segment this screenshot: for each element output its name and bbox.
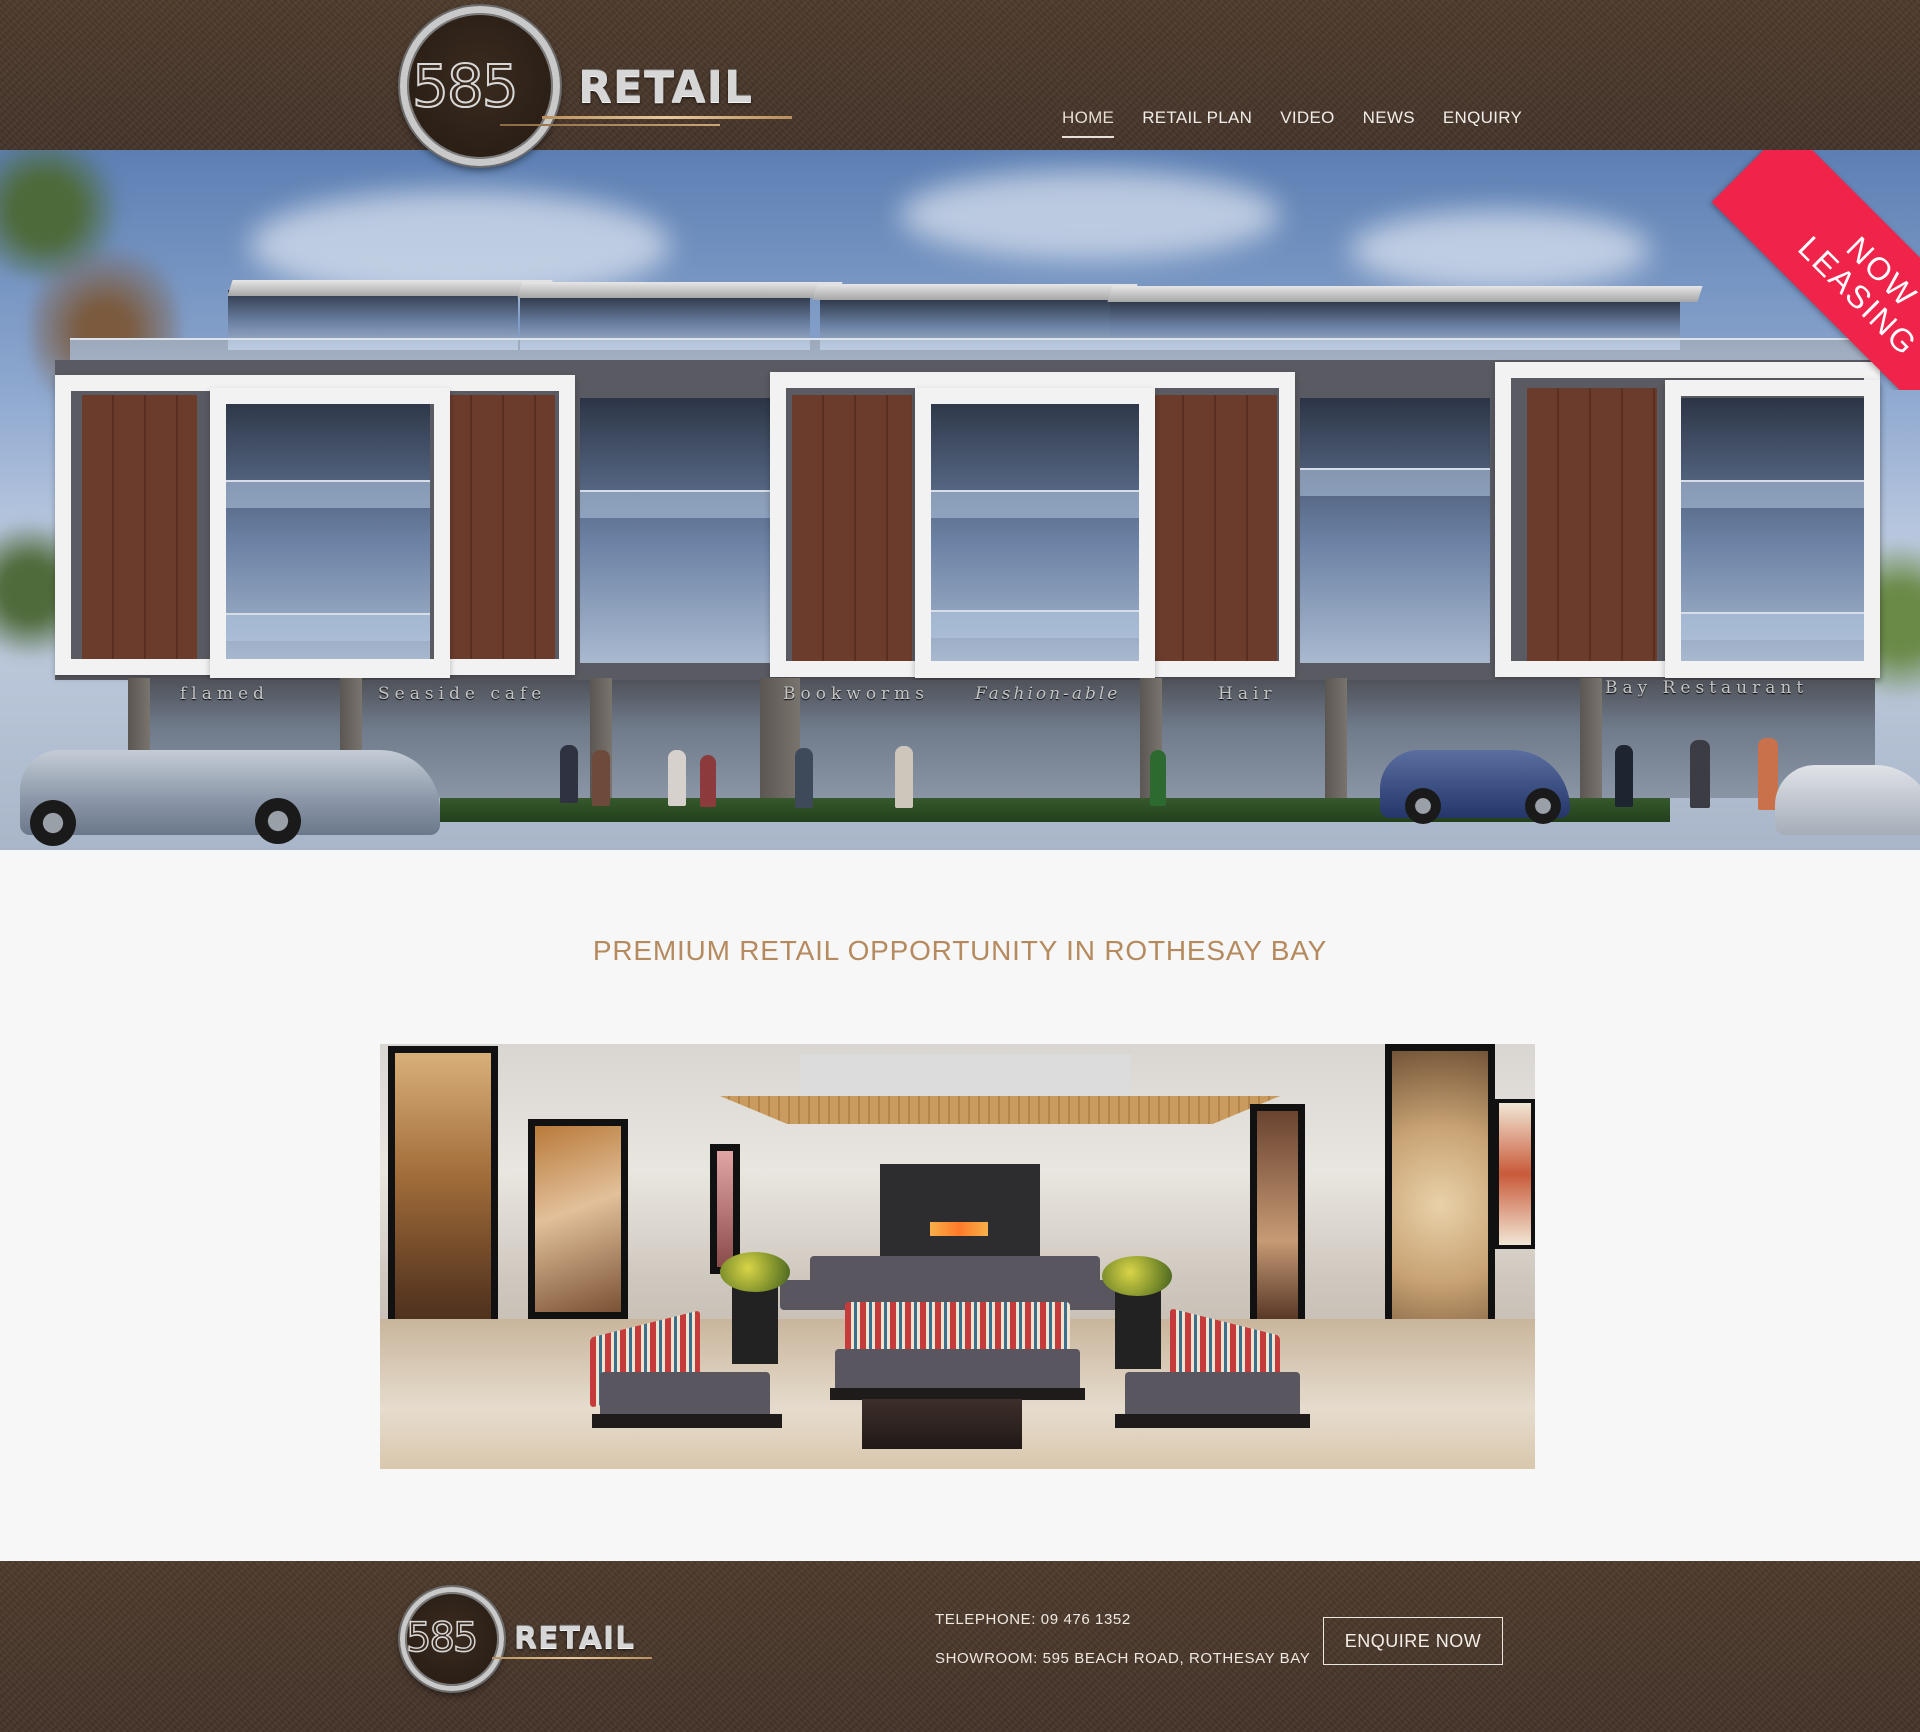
shop-sign-bookworms: Bookworms <box>783 684 930 704</box>
pedestrian <box>560 745 578 803</box>
roof-canopy <box>1397 286 1703 302</box>
page-tagline: PREMIUM RETAIL OPPORTUNITY IN ROTHESAY B… <box>592 935 1328 966</box>
nav-video[interactable]: VIDEO <box>1280 108 1334 138</box>
site-footer: 585 RETAIL TELEPHONE: 09 476 1352 SHOWRO… <box>0 1561 1920 1732</box>
facade-glass <box>1300 398 1490 663</box>
nav-enquiry[interactable]: ENQUIRY <box>1443 108 1522 138</box>
car-wheel <box>1525 788 1561 824</box>
interior-render <box>380 1044 1535 1469</box>
balcony-rail <box>580 490 770 518</box>
pedestrian <box>895 746 913 808</box>
car-wheel <box>30 800 76 846</box>
fireplace <box>930 1222 988 1236</box>
ribbon-banner: NOW LEASING <box>1711 150 1920 390</box>
sofa-seat <box>600 1372 770 1420</box>
shop-pier <box>1325 678 1347 800</box>
planter-flowers <box>1102 1256 1172 1296</box>
white-frame <box>210 388 450 678</box>
sofa-seat <box>1125 1372 1300 1420</box>
hero-building-render: flamed Seaside cafe Bookworms Fashion-ab… <box>0 150 1920 850</box>
poster-food-menu <box>1495 1099 1535 1249</box>
nav-news[interactable]: NEWS <box>1363 108 1415 138</box>
roof-canopy <box>1107 286 1433 302</box>
footer-logo-number: 585 <box>405 1614 479 1662</box>
main-nav: HOME RETAIL PLAN VIDEO NEWS ENQUIRY <box>1062 108 1550 138</box>
footer-telephone: TELEPHONE: 09 476 1352 <box>935 1611 1131 1628</box>
pedestrian <box>668 750 686 806</box>
shop-pier <box>1580 678 1602 800</box>
balcony-rail <box>1300 468 1490 496</box>
sofa-frame <box>1115 1414 1310 1428</box>
car-right <box>1775 765 1920 835</box>
footer-logo-underline <box>492 1657 652 1659</box>
pedestrian <box>1615 745 1633 807</box>
car-wheel <box>255 798 301 844</box>
feature-wall <box>880 1164 1040 1264</box>
shop-sign-hair: Hair <box>1218 684 1277 704</box>
logo-underline-lower <box>500 124 720 126</box>
skylight <box>800 1054 1130 1096</box>
pedestrian <box>1150 750 1166 806</box>
car-wheel <box>1405 788 1441 824</box>
planter-flowers <box>720 1252 790 1292</box>
roof-balustrade <box>70 338 1870 362</box>
pedestrian <box>1690 740 1710 808</box>
logo-number: 585 <box>411 51 520 121</box>
nav-home[interactable]: HOME <box>1062 108 1115 138</box>
pedestrian <box>592 750 610 806</box>
shop-sign-seaside-cafe: Seaside cafe <box>378 684 547 704</box>
pedestrian <box>795 748 813 808</box>
enquire-now-button[interactable]: ENQUIRE NOW <box>1323 1617 1503 1665</box>
white-frame <box>915 388 1155 678</box>
roof-canopy <box>812 284 1138 300</box>
logo-word: RETAIL <box>578 62 753 113</box>
coffee-table <box>862 1399 1022 1449</box>
white-frame <box>1665 380 1880 678</box>
poster-nail-spa <box>528 1119 628 1319</box>
roof-canopy <box>517 282 843 298</box>
site-header: 585 RETAIL HOME RETAIL PLAN VIDEO NEWS E… <box>0 0 1920 166</box>
roof-canopy <box>227 280 553 296</box>
now-leasing-ribbon: NOW LEASING <box>1680 150 1920 390</box>
shop-sign-bay-restaurant: Bay Restaurant <box>1605 678 1809 698</box>
logo[interactable]: 585 RETAIL <box>400 6 800 166</box>
hero-cloud <box>1350 210 1650 290</box>
poster-cupcakes <box>1250 1104 1305 1334</box>
footer-logo[interactable]: 585 RETAIL <box>400 1587 660 1691</box>
shop-sign-fashion-able: Fashion-able <box>975 684 1121 704</box>
sofa-frame <box>592 1414 782 1428</box>
shop-sign-flamed: flamed <box>180 684 269 704</box>
sofa-seat <box>835 1349 1080 1393</box>
ceiling-timber-slats <box>720 1096 1280 1124</box>
pedestrian <box>700 755 716 807</box>
logo-underline <box>542 116 792 119</box>
car-sedan-left <box>20 750 440 835</box>
hero-cloud <box>900 170 1280 260</box>
facade-glass <box>580 398 770 663</box>
footer-showroom: SHOWROOM: 595 BEACH ROAD, ROTHESAY BAY <box>935 1650 1311 1667</box>
footer-logo-word: RETAIL <box>514 1621 636 1656</box>
nav-retail-plan[interactable]: RETAIL PLAN <box>1142 108 1252 138</box>
